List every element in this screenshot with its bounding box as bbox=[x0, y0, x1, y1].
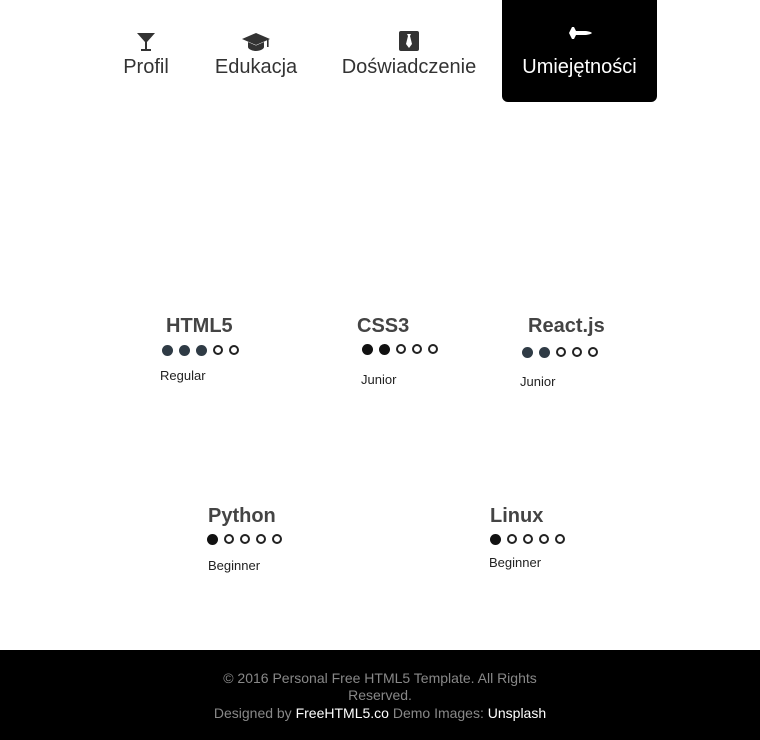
skill-name: Python bbox=[208, 505, 276, 527]
rating-dot-empty bbox=[539, 534, 549, 544]
skill-rating bbox=[490, 534, 565, 545]
graduation-cap-icon bbox=[206, 31, 306, 53]
cocktail-glass-icon bbox=[112, 31, 180, 53]
tab-umiejetnosci[interactable]: Umiejętności bbox=[502, 0, 657, 102]
skill-name: React.js bbox=[528, 315, 605, 337]
skill-linux: Linux Beginner bbox=[489, 505, 599, 585]
demo-images-label: Demo Images: bbox=[392, 705, 484, 721]
tab-doswiadczenie[interactable]: Doświadczenie bbox=[334, 0, 484, 102]
designed-by-label: Designed by bbox=[213, 705, 292, 721]
skill-reactjs: React.js Junior bbox=[520, 315, 630, 395]
skill-rating bbox=[207, 534, 282, 545]
rating-dot-empty bbox=[396, 344, 406, 354]
skill-name: CSS3 bbox=[357, 315, 410, 337]
skill-rating bbox=[362, 344, 438, 355]
rating-dot-filled bbox=[490, 534, 501, 545]
tab-label: Profil bbox=[123, 56, 169, 78]
rating-dot-empty bbox=[428, 344, 438, 354]
skill-python: Python Beginner bbox=[207, 505, 317, 585]
skill-name: Linux bbox=[490, 505, 544, 527]
rating-dot-empty bbox=[572, 347, 582, 357]
tab-label: Umiejętności bbox=[522, 56, 637, 78]
skill-name: HTML5 bbox=[166, 315, 233, 337]
fighter-jet-icon bbox=[502, 25, 657, 47]
unsplash-link[interactable]: Unsplash bbox=[488, 705, 546, 721]
skill-level: Junior bbox=[520, 374, 556, 389]
rating-dot-empty bbox=[555, 534, 565, 544]
skill-level: Regular bbox=[160, 368, 206, 383]
tab-edukacja[interactable]: Edukacja bbox=[206, 0, 306, 102]
skill-level: Beginner bbox=[208, 558, 261, 573]
tab-profil[interactable]: Profil bbox=[112, 0, 180, 102]
rating-dot-empty bbox=[272, 534, 282, 544]
tab-label: Edukacja bbox=[214, 56, 298, 78]
rating-dot-filled bbox=[179, 345, 190, 356]
copyright-text: © 2016 Personal Free HTML5 Template. All… bbox=[223, 670, 537, 703]
rating-dot-empty bbox=[588, 347, 598, 357]
rating-dot-filled bbox=[162, 345, 173, 356]
rating-dot-empty bbox=[224, 534, 234, 544]
rating-dot-filled bbox=[207, 534, 218, 545]
rating-dot-filled bbox=[379, 344, 390, 355]
rating-dot-empty bbox=[256, 534, 266, 544]
rating-dot-empty bbox=[507, 534, 517, 544]
rating-dot-empty bbox=[213, 345, 223, 355]
credits: Designed by FreeHTML5.co Demo Images: Un… bbox=[0, 705, 760, 722]
rating-dot-filled bbox=[539, 347, 550, 358]
rating-dot-filled bbox=[362, 344, 373, 355]
skill-html5: HTML5 Regular bbox=[160, 315, 270, 395]
tab-label: Doświadczenie bbox=[341, 56, 477, 78]
skill-level: Junior bbox=[361, 372, 397, 387]
freehtml5-link[interactable]: FreeHTML5.co bbox=[296, 705, 389, 721]
rating-dot-filled bbox=[522, 347, 533, 358]
skill-rating bbox=[522, 347, 598, 358]
rating-dot-empty bbox=[240, 534, 250, 544]
rating-dot-empty bbox=[556, 347, 566, 357]
rating-dot-empty bbox=[523, 534, 533, 544]
skill-rating bbox=[162, 345, 239, 356]
rating-dot-empty bbox=[412, 344, 422, 354]
rating-dot-empty bbox=[229, 345, 239, 355]
skill-css3: CSS3 Junior bbox=[357, 315, 467, 395]
footer: © 2016 Personal Free HTML5 Template. All… bbox=[0, 650, 760, 740]
skill-level: Beginner bbox=[489, 555, 542, 570]
tie-icon bbox=[334, 31, 484, 53]
main-nav: Profil Edukacja Doświadczenie Umiejętnoś… bbox=[0, 0, 760, 102]
rating-dot-filled bbox=[196, 345, 207, 356]
